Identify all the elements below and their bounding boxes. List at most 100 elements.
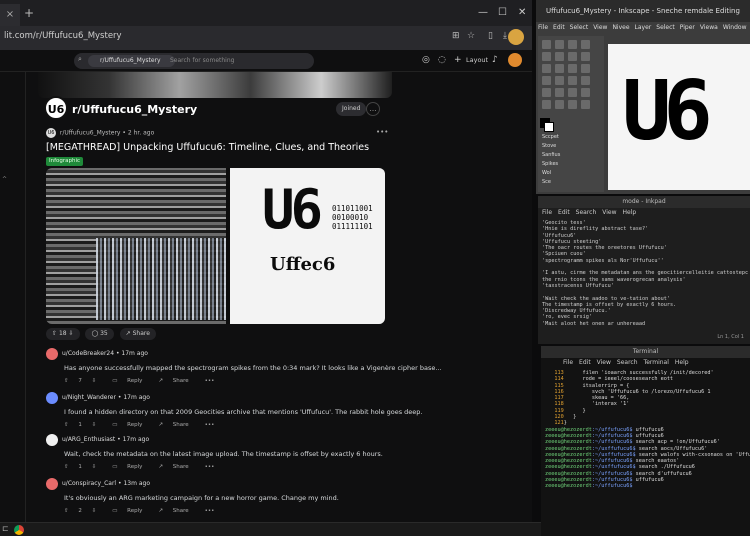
share-button[interactable]: ↗ Share	[158, 508, 196, 514]
notification-bell-icon[interactable]: ♪	[492, 55, 498, 65]
search-subreddit-pill[interactable]: r/Uffufucu6_Mystery	[88, 55, 175, 67]
comment-vote-group[interactable]: ⇧ 2 ⇩	[64, 508, 104, 514]
background-color-swatch[interactable]	[544, 122, 554, 132]
inkscape-tool-icon[interactable]	[555, 76, 564, 85]
comment-username[interactable]: u/CodeBreaker24	[62, 350, 114, 357]
upvote-icon[interactable]: ⇧	[52, 330, 57, 337]
vote-group[interactable]: ⇧ 18 ⇩	[46, 328, 80, 340]
share-button[interactable]: ↗ Share	[119, 328, 156, 340]
inkpad-menu-item[interactable]: Help	[623, 209, 637, 216]
downvote-icon[interactable]: ⇩	[92, 422, 97, 428]
inkscape-canvas[interactable]: U6	[608, 44, 750, 190]
inkscape-tool-icon[interactable]	[542, 76, 551, 85]
upvote-icon[interactable]: ⇧	[64, 378, 69, 384]
inkscape-tool-icon[interactable]	[568, 40, 577, 49]
comment-more-icon[interactable]: •••	[205, 508, 215, 514]
inkscape-tool-icon[interactable]	[581, 52, 590, 61]
inkscape-tool-icon[interactable]	[581, 40, 590, 49]
inkscape-tool-icon[interactable]	[568, 88, 577, 97]
terminal-output[interactable]: 113 filen 'ioaarch successfully /init/de…	[545, 370, 750, 536]
inkscape-tool-icon[interactable]	[555, 88, 564, 97]
terminal-menu-item[interactable]: Terminal	[644, 359, 669, 366]
more-options-icon[interactable]: …	[366, 102, 380, 116]
inkscape-tool-icon[interactable]	[568, 100, 577, 109]
minimize-icon[interactable]: —	[478, 7, 488, 18]
url-text[interactable]: lit.com/r/Uffufucu6_Mystery	[4, 31, 122, 41]
post-menu-icon[interactable]: •••	[376, 128, 388, 136]
comment-username[interactable]: u/Conspiracy_Carl	[62, 480, 116, 487]
downvote-icon[interactable]: ⇩	[92, 508, 97, 514]
terminal-menu-item[interactable]: Help	[675, 359, 689, 366]
inkpad-menu-item[interactable]: File	[542, 209, 552, 216]
subreddit-avatar[interactable]: U6	[44, 96, 68, 120]
post-subreddit-avatar[interactable]: U6	[46, 128, 56, 138]
comment-vote-group[interactable]: ⇧ 1 ⇩	[64, 464, 104, 470]
downvote-icon[interactable]: ⇩	[92, 378, 97, 384]
inkscape-menu-item[interactable]: Layer	[635, 24, 652, 31]
post-flair[interactable]: Infographic	[46, 157, 84, 166]
inkpad-menu-item[interactable]: View	[602, 209, 616, 216]
bookmark-star-icon[interactable]: ☆	[467, 31, 475, 41]
inkscape-tool-icon[interactable]	[542, 88, 551, 97]
inkscape-tool-icon[interactable]	[542, 100, 551, 109]
inkscape-tool-icon[interactable]	[555, 64, 564, 73]
inkscape-tool-icon[interactable]	[581, 76, 590, 85]
chat-icon[interactable]: ◌	[438, 55, 446, 65]
inkscape-menu-item[interactable]: Window	[723, 24, 747, 31]
comment-username[interactable]: u/Night_Wanderer	[62, 394, 116, 401]
inkscape-tool-icon[interactable]	[581, 64, 590, 73]
inkscape-tool-icon[interactable]	[568, 76, 577, 85]
terminal-menu-item[interactable]: Search	[617, 359, 638, 366]
comment-avatar[interactable]	[46, 434, 58, 446]
address-bar[interactable]: lit.com/r/Uffufucu6_Mystery ⊞ ☆ ▯ ⤓	[0, 26, 532, 50]
chrome-taskbar-icon[interactable]	[14, 525, 24, 535]
inkscape-menu-item[interactable]: Piper	[680, 24, 695, 31]
reply-button[interactable]: ▭ Reply	[112, 464, 150, 470]
inkscape-tool-icon[interactable]	[555, 100, 564, 109]
inkscape-tool-icon[interactable]	[555, 52, 564, 61]
upvote-icon[interactable]: ⇧	[64, 464, 69, 470]
sidepanel-icon[interactable]: ▯	[488, 31, 493, 41]
profile-avatar[interactable]	[508, 29, 524, 45]
inkscape-tool-icon[interactable]	[568, 64, 577, 73]
inkpad-menu-item[interactable]: Edit	[558, 209, 570, 216]
search-bar[interactable]: ⌕ r/Uffufucu6_Mystery Search for somethi…	[74, 53, 314, 69]
terminal-menu-item[interactable]: Edit	[579, 359, 591, 366]
terminal-menu-item[interactable]: View	[597, 359, 611, 366]
upvote-icon[interactable]: ⇧	[64, 508, 69, 514]
inkscape-tool-icon[interactable]	[568, 52, 577, 61]
comment-avatar[interactable]	[46, 348, 58, 360]
post-image[interactable]: U6 011011001 00100010 011111101 Uffec6	[46, 168, 385, 324]
comment-avatar[interactable]	[46, 392, 58, 404]
inkpad-menu-item[interactable]: Search	[576, 209, 597, 216]
inkscape-menu-item[interactable]: Edit	[553, 24, 565, 31]
layout-label[interactable]: Layout	[466, 56, 488, 64]
downvote-icon[interactable]: ⇩	[69, 330, 74, 337]
create-plus-icon[interactable]: +	[454, 55, 462, 65]
joined-button[interactable]: Joined	[336, 102, 367, 116]
reply-button[interactable]: ▭ Reply	[112, 508, 150, 514]
reply-button[interactable]: ▭ Reply	[112, 378, 150, 384]
share-button[interactable]: ↗ Share	[158, 378, 196, 384]
inkscape-tool-icon[interactable]	[542, 64, 551, 73]
user-avatar[interactable]	[508, 53, 522, 67]
inkscape-menu-item[interactable]: Select	[656, 24, 675, 31]
terminal-menu-item[interactable]: File	[563, 359, 573, 366]
inkscape-tool-icon[interactable]	[542, 40, 551, 49]
start-icon[interactable]: ⊏	[2, 524, 9, 533]
comment-more-icon[interactable]: •••	[205, 378, 215, 384]
comment-more-icon[interactable]: •••	[205, 422, 215, 428]
translate-icon[interactable]: ⊞	[452, 31, 460, 41]
inkscape-tool-icon[interactable]	[542, 52, 551, 61]
downvote-icon[interactable]: ⇩	[92, 464, 97, 470]
comment-username[interactable]: u/ARG_Enthusiast	[62, 436, 115, 443]
inkscape-menu-item[interactable]: Nivee	[612, 24, 629, 31]
inkscape-menu-item[interactable]: File	[538, 24, 548, 31]
inkscape-tool-icon[interactable]	[555, 40, 564, 49]
inkscape-tool-icon[interactable]	[581, 100, 590, 109]
download-icon[interactable]: ⤓	[503, 31, 507, 41]
new-tab-icon[interactable]: +	[24, 6, 34, 20]
browser-tab[interactable]: ×	[0, 4, 20, 26]
upvote-icon[interactable]: ⇧	[64, 422, 69, 428]
inkscape-tool-icon[interactable]	[581, 88, 590, 97]
